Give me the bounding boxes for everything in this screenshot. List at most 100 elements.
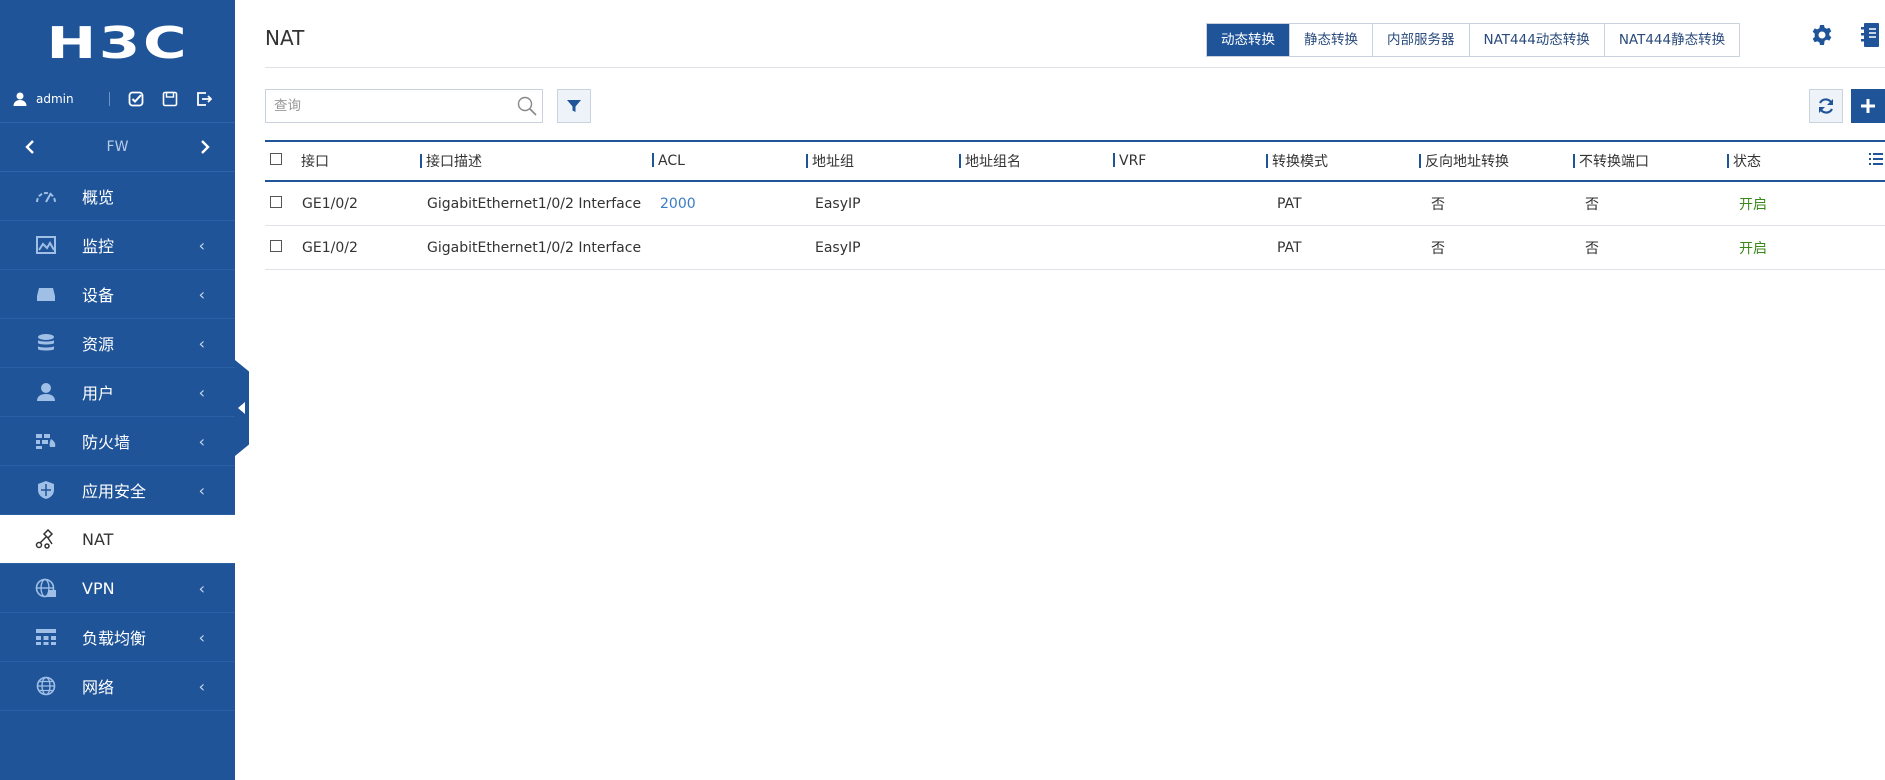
column-header[interactable]: VRF <box>1113 153 1146 169</box>
select-all-checkbox[interactable] <box>270 153 282 169</box>
tab-internal-server[interactable]: 内部服务器 <box>1373 24 1470 56</box>
tab-nat444-dynamic[interactable]: NAT444动态转换 <box>1469 24 1605 56</box>
logout-icon[interactable] <box>196 91 212 107</box>
cell-description: GigabitEthernet1/0/2 Interface <box>427 239 642 256</box>
column-header[interactable]: 不转换端口 <box>1573 151 1649 171</box>
sidebar-item-firewall[interactable]: 防火墙 ‹ <box>0 417 235 466</box>
search-input[interactable] <box>266 90 512 122</box>
table-row[interactable]: GE1/0/2 GigabitEthernet1/0/2 Interface 2… <box>265 182 1885 226</box>
cell-address-group: EasyIP <box>815 239 861 256</box>
table-header: 接口 接口描述 ACL 地址组 地址组名 VRF 转换模式 反向地址转换 不转换… <box>265 140 1885 182</box>
chevron-left-icon: ‹ <box>198 382 205 402</box>
load-balance-icon <box>32 628 60 646</box>
sidebar-item-label: 应用安全 <box>82 482 147 501</box>
row-checkbox[interactable] <box>270 239 282 256</box>
sidebar-item-label: VPN <box>82 578 115 598</box>
sidebar-item-device[interactable]: 设备 ‹ <box>0 270 235 319</box>
database-icon <box>32 333 60 353</box>
chevron-left-icon: ‹ <box>198 333 205 353</box>
sidebar-item-label: 资源 <box>82 335 115 354</box>
filter-icon <box>567 100 581 112</box>
column-header[interactable]: 状态 <box>1727 151 1761 171</box>
page-title: NAT <box>265 26 305 50</box>
chevron-left-icon[interactable] <box>24 140 36 154</box>
status-badge: 开启 <box>1739 240 1767 257</box>
help-button[interactable] <box>1861 22 1881 52</box>
logo-text: H3C <box>46 17 189 69</box>
sidebar-item-label: 防火墙 <box>82 433 131 452</box>
sidebar-item-label: 概览 <box>82 188 115 207</box>
column-settings-icon[interactable] <box>1869 153 1883 169</box>
refresh-button[interactable] <box>1809 89 1843 123</box>
sidebar-menu: 概览 监控 ‹ 设备 ‹ 资源 ‹ 用户 ‹ 防火墙 ‹ 应用安全 ‹ NAT … <box>0 172 235 711</box>
chart-icon <box>32 236 60 254</box>
filter-button[interactable] <box>557 89 591 123</box>
settings-button[interactable] <box>1811 24 1833 50</box>
sidebar-item-resource[interactable]: 资源 ‹ <box>0 319 235 368</box>
nat-tabs: 动态转换 静态转换 内部服务器 NAT444动态转换 NAT444静态转换 <box>1206 23 1741 57</box>
tab-dynamic[interactable]: 动态转换 <box>1207 24 1290 56</box>
sidebar-item-label: NAT <box>82 529 114 549</box>
user-bar: admin <box>0 86 235 123</box>
sidebar: H3C admin FW 概览 监控 ‹ 设备 ‹ 资源 ‹ 用户 ‹ 防火墙 … <box>0 0 235 780</box>
sidebar-item-monitor[interactable]: 监控 ‹ <box>0 221 235 270</box>
column-header[interactable]: 转换模式 <box>1266 151 1328 171</box>
cell-mode: PAT <box>1277 195 1302 212</box>
table-row[interactable]: GE1/0/2 GigabitEthernet1/0/2 Interface E… <box>265 226 1885 270</box>
gear-icon <box>1812 25 1832 45</box>
divider <box>109 92 110 106</box>
sidebar-item-overview[interactable]: 概览 <box>0 172 235 221</box>
sidebar-item-network[interactable]: 网络 ‹ <box>0 662 235 711</box>
chevron-left-icon: ‹ <box>198 627 205 647</box>
sidebar-item-nat[interactable]: NAT <box>0 515 235 564</box>
column-header[interactable]: 地址组 <box>806 151 854 171</box>
notebook-icon <box>1861 23 1879 47</box>
check-icon[interactable] <box>128 91 144 107</box>
row-checkbox[interactable] <box>270 195 282 212</box>
sidebar-item-user[interactable]: 用户 ‹ <box>0 368 235 417</box>
username: admin <box>36 92 74 106</box>
user-info[interactable]: admin <box>12 91 109 107</box>
device-name: FW <box>106 139 129 155</box>
refresh-icon <box>1818 98 1834 114</box>
status-badge: 开启 <box>1739 196 1767 213</box>
sidebar-item-label: 网络 <box>82 678 115 697</box>
cell-reverse: 否 <box>1431 240 1445 257</box>
cell-interface: GE1/0/2 <box>302 195 358 212</box>
cell-address-group: EasyIP <box>815 195 861 212</box>
cell-no-port: 否 <box>1585 196 1599 213</box>
sidebar-item-label: 用户 <box>82 384 115 403</box>
nat-table: 接口 接口描述 ACL 地址组 地址组名 VRF 转换模式 反向地址转换 不转换… <box>265 140 1885 270</box>
add-button[interactable] <box>1851 89 1885 123</box>
chevron-left-icon: ‹ <box>198 578 205 598</box>
column-header[interactable]: 接口 <box>301 151 329 171</box>
device-switcher: FW <box>0 123 235 172</box>
search-icon[interactable] <box>512 96 542 116</box>
column-header[interactable]: 接口描述 <box>420 151 482 171</box>
chevron-left-icon: ‹ <box>198 235 205 255</box>
sidebar-item-label: 设备 <box>82 286 115 305</box>
sidebar-item-vpn[interactable]: VPN ‹ <box>0 564 235 613</box>
chevron-left-icon: ‹ <box>198 676 205 696</box>
column-header[interactable]: 反向地址转换 <box>1419 151 1509 171</box>
tab-static[interactable]: 静态转换 <box>1290 24 1373 56</box>
plus-icon <box>1861 99 1875 113</box>
column-header[interactable]: 地址组名 <box>959 151 1021 171</box>
sidebar-item-app-security[interactable]: 应用安全 ‹ <box>0 466 235 515</box>
main-content: NAT 动态转换 静态转换 内部服务器 NAT444动态转换 NAT444静态转… <box>235 0 1885 780</box>
user-icon <box>32 382 60 402</box>
tab-nat444-static[interactable]: NAT444静态转换 <box>1604 24 1740 56</box>
shield-icon <box>32 480 60 500</box>
cell-no-port: 否 <box>1585 240 1599 257</box>
chevron-right-icon[interactable] <box>199 140 211 154</box>
nat-icon <box>32 529 60 549</box>
network-globe-icon <box>32 676 60 696</box>
sidebar-item-load-balance[interactable]: 负载均衡 ‹ <box>0 613 235 662</box>
save-icon[interactable] <box>162 91 178 107</box>
cell-description: GigabitEthernet1/0/2 Interface <box>427 195 642 212</box>
column-header[interactable]: ACL <box>652 153 685 169</box>
firewall-icon <box>32 433 60 449</box>
divider <box>265 67 1885 68</box>
brand-logo[interactable]: H3C <box>0 0 235 86</box>
cell-acl-link[interactable]: 2000 <box>660 196 696 212</box>
